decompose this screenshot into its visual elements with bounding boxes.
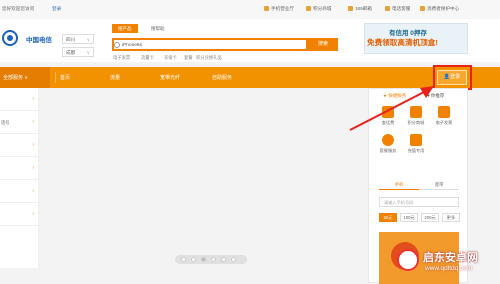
annotation-arrow (349, 86, 434, 131)
watermark-title: 启东安卓网 (423, 252, 478, 264)
watermark-url: www.qdltdq.com (425, 265, 473, 272)
watermark-logo-icon (397, 249, 419, 271)
